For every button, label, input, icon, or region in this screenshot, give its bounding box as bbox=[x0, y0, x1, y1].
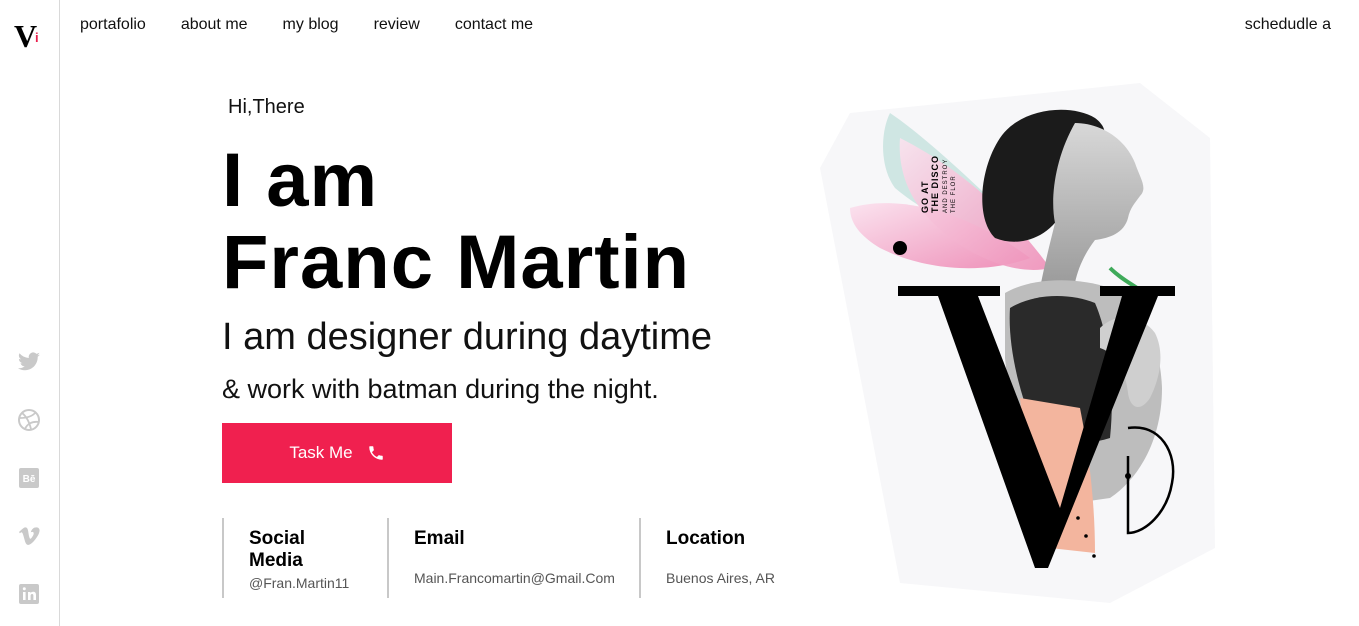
info-social-media: Social Media @Fran.Martin11 bbox=[222, 518, 388, 598]
phone-icon bbox=[368, 446, 383, 460]
poster-line-1: GO AT bbox=[920, 181, 930, 214]
info-social-value[interactable]: @Fran.Martin11 bbox=[249, 575, 388, 591]
info-social-title: Social Media bbox=[249, 528, 305, 571]
nav-about-me[interactable]: about me bbox=[181, 15, 248, 35]
logo-accent: i bbox=[35, 30, 39, 45]
dot-1 bbox=[1125, 473, 1131, 479]
logo-letter: V bbox=[14, 18, 38, 54]
poster-line-4: THE FLOR bbox=[951, 175, 957, 213]
dot-5 bbox=[1092, 554, 1096, 558]
info-email: Email Main.Francomartin@Gmail.Com bbox=[387, 518, 640, 598]
hero-headline: I am Franc Martin bbox=[222, 140, 690, 304]
info-email-title: Email bbox=[414, 528, 465, 549]
hero-tagline-primary: I am designer during daytime bbox=[222, 316, 713, 358]
vimeo-icon[interactable] bbox=[16, 523, 42, 549]
linkedin-icon[interactable] bbox=[16, 581, 42, 607]
poster-line-2: THE DISCO bbox=[930, 155, 940, 213]
hero-illustration: GO AT THE DISCO AND DESTROY THE FLOR bbox=[820, 83, 1215, 603]
task-me-label: Task Me bbox=[289, 443, 353, 462]
brand-logo[interactable]: V i bbox=[14, 20, 44, 54]
behance-icon[interactable]: Bē bbox=[16, 465, 42, 491]
dot-4 bbox=[1084, 534, 1088, 538]
hero-tagline-secondary: & work with batman during the night. bbox=[222, 374, 659, 404]
headline-line-1: I am bbox=[222, 138, 379, 223]
nav-contact-me[interactable]: contact me bbox=[455, 15, 533, 35]
lily-dot bbox=[893, 241, 907, 255]
top-navigation: portafolio about me my blog review conta… bbox=[80, 15, 568, 35]
dot-3 bbox=[1076, 516, 1080, 520]
info-location: Location Buenos Aires, AR bbox=[639, 518, 839, 598]
svg-text:Bē: Bē bbox=[23, 474, 36, 485]
dribbble-icon[interactable] bbox=[16, 407, 42, 433]
hero-greeting: Hi,There bbox=[228, 96, 305, 118]
info-email-value[interactable]: Main.Francomartin@Gmail.Com bbox=[414, 570, 640, 586]
dot-2 bbox=[1068, 496, 1072, 500]
nav-portfolio[interactable]: portafolio bbox=[80, 15, 146, 35]
left-sidebar: V i Bē bbox=[0, 0, 60, 626]
nav-my-blog[interactable]: my blog bbox=[283, 15, 339, 35]
nav-review[interactable]: review bbox=[374, 15, 420, 35]
poster-line-3: AND DESTROY bbox=[943, 159, 949, 213]
twitter-icon[interactable] bbox=[16, 349, 42, 375]
headline-line-2: Franc Martin bbox=[222, 220, 691, 305]
schedule-link[interactable]: schedudle a bbox=[1245, 15, 1331, 35]
social-links: Bē bbox=[16, 349, 44, 626]
task-me-button[interactable]: Task Me bbox=[222, 423, 452, 483]
